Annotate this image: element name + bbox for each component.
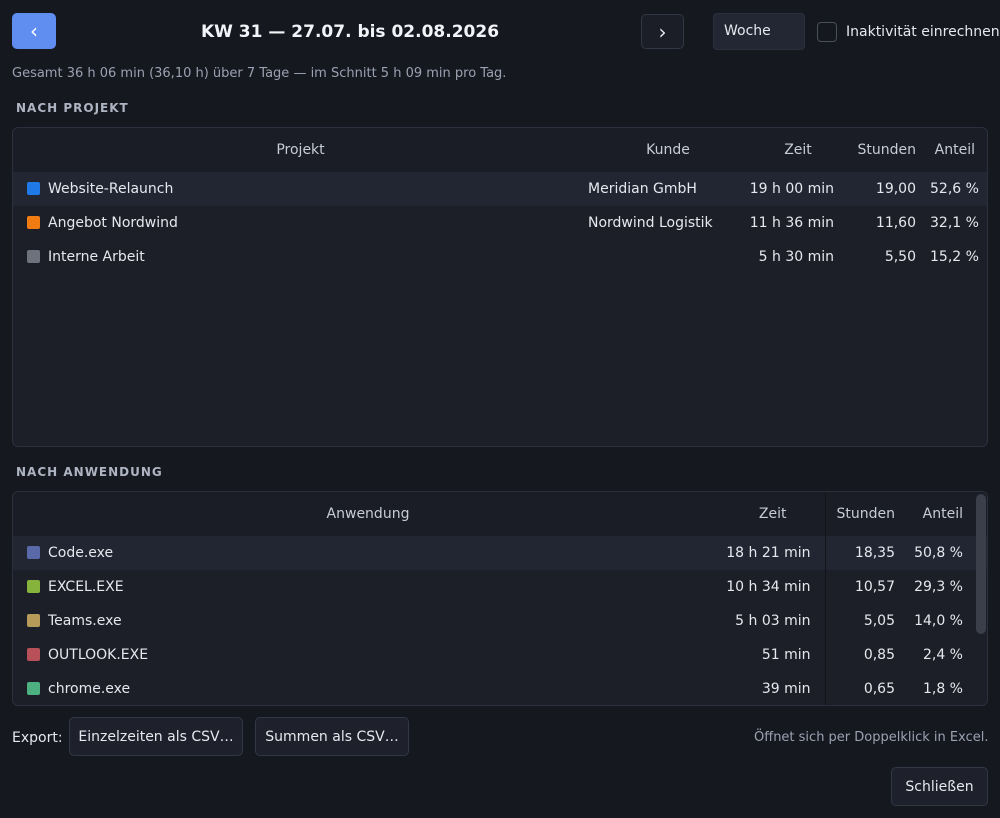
export-single-csv-button[interactable]: Einzelzeiten als CSV… — [69, 717, 243, 756]
table-row[interactable]: Teams.exe 5 h 03 min 5,05 14,0 % — [13, 604, 987, 638]
time-cell: 5 h 03 min — [723, 604, 826, 638]
color-swatch — [27, 614, 40, 627]
project-section-title: NACH PROJEKT — [16, 101, 129, 115]
application-table-scrollbar[interactable] — [976, 494, 986, 634]
project-name-cell: Website-Relaunch — [13, 172, 588, 206]
application-name-cell: Teams.exe — [13, 604, 723, 638]
time-cell: 39 min — [723, 672, 826, 705]
excel-hint: Öffnet sich per Doppelklick in Excel. — [754, 730, 989, 745]
share-cell: 2,4 % — [922, 647, 963, 663]
column-header-zeit[interactable]: Zeit — [748, 128, 848, 172]
hours-cell: 0,65 — [863, 681, 895, 697]
color-swatch — [27, 546, 40, 559]
column-header-zeit[interactable]: Zeit — [723, 492, 826, 536]
project-name: Website-Relaunch — [48, 181, 174, 197]
table-row[interactable]: chrome.exe 39 min 0,65 1,8 % — [13, 672, 987, 705]
table-header-row: Anwendung Zeit Stunden Anteil — [13, 492, 987, 536]
time-cell: 5 h 30 min — [758, 249, 834, 265]
table-row[interactable]: Website-Relaunch Meridian GmbH 19 h 00 m… — [13, 172, 987, 206]
color-swatch — [27, 216, 40, 229]
time-cell: 11 h 36 min — [749, 215, 834, 231]
page-title: KW 31 — 27.07. bis 02.08.2026 — [200, 22, 500, 42]
customer-cell: Nordwind Logistik — [588, 215, 713, 231]
column-header-anwendung[interactable]: Anwendung — [13, 492, 723, 536]
inactivity-label[interactable]: Inaktivität einrechnen — [846, 24, 1000, 40]
application-name-cell: chrome.exe — [13, 672, 723, 705]
project-name: Angebot Nordwind — [48, 215, 178, 231]
column-header-anteil[interactable]: Anteil — [930, 128, 987, 172]
application-name-cell: EXCEL.EXE — [13, 570, 723, 604]
time-cell: 18 h 21 min — [723, 536, 826, 570]
project-table: Projekt Kunde Zeit Stunden Anteil Websit… — [13, 128, 987, 274]
hours-cell: 18,35 — [854, 545, 895, 561]
chevron-right-icon: › — [658, 19, 667, 44]
application-section-title: NACH ANWENDUNG — [16, 465, 163, 479]
share-cell: 52,6 % — [930, 181, 979, 197]
project-table-panel: Projekt Kunde Zeit Stunden Anteil Websit… — [12, 127, 988, 447]
customer-cell: Meridian GmbH — [588, 181, 697, 197]
close-button[interactable]: Schließen — [891, 767, 988, 806]
project-name-cell: Interne Arbeit — [13, 240, 588, 274]
export-label: Export: — [12, 730, 63, 746]
table-row[interactable]: Code.exe 18 h 21 min 18,35 50,8 % — [13, 536, 987, 570]
share-cell: 1,8 % — [922, 681, 963, 697]
hours-cell: 11,60 — [875, 215, 916, 231]
application-table-panel: Anwendung Zeit Stunden Anteil Code.exe 1… — [12, 491, 988, 706]
table-row[interactable]: Interne Arbeit 5 h 30 min 5,50 15,2 % — [13, 240, 987, 274]
application-name-cell: Code.exe — [13, 536, 723, 570]
hours-cell: 5,50 — [884, 249, 916, 265]
time-cell: 19 h 00 min — [749, 181, 834, 197]
column-header-projekt[interactable]: Projekt — [13, 128, 588, 172]
export-sum-csv-button[interactable]: Summen als CSV… — [255, 717, 409, 756]
application-name: Code.exe — [48, 545, 114, 561]
share-cell: 15,2 % — [930, 249, 979, 265]
time-cell: 51 min — [723, 638, 826, 672]
table-row[interactable]: Angebot Nordwind Nordwind Logistik 11 h … — [13, 206, 987, 240]
share-cell: 32,1 % — [930, 215, 979, 231]
summary-text: Gesamt 36 h 06 min (36,10 h) über 7 Tage… — [12, 66, 507, 81]
application-name: Teams.exe — [48, 613, 122, 629]
application-name-cell: OUTLOOK.EXE — [13, 638, 723, 672]
color-swatch — [27, 682, 40, 695]
previous-week-button[interactable]: ‹ — [12, 13, 56, 49]
color-swatch — [27, 250, 40, 263]
application-table: Anwendung Zeit Stunden Anteil Code.exe 1… — [13, 492, 987, 705]
chevron-left-icon: ‹ — [30, 19, 38, 43]
table-row[interactable]: EXCEL.EXE 10 h 34 min 10,57 29,3 % — [13, 570, 987, 604]
hours-cell: 0,85 — [863, 647, 895, 663]
application-name: chrome.exe — [48, 681, 131, 697]
time-cell: 10 h 34 min — [723, 570, 826, 604]
hours-cell: 10,57 — [854, 579, 895, 595]
table-row[interactable]: OUTLOOK.EXE 51 min 0,85 2,4 % — [13, 638, 987, 672]
column-header-stunden[interactable]: Stunden — [848, 128, 930, 172]
application-name: OUTLOOK.EXE — [48, 647, 149, 663]
customer-cell — [588, 240, 748, 274]
project-name-cell: Angebot Nordwind — [13, 206, 588, 240]
hours-cell: 19,00 — [875, 181, 916, 197]
color-swatch — [27, 648, 40, 661]
period-select[interactable]: Woche — [713, 13, 805, 50]
column-header-stunden[interactable]: Stunden — [825, 492, 907, 536]
application-name: EXCEL.EXE — [48, 579, 124, 595]
column-header-kunde[interactable]: Kunde — [588, 128, 748, 172]
table-header-row: Projekt Kunde Zeit Stunden Anteil — [13, 128, 987, 172]
hours-cell: 5,05 — [863, 613, 895, 629]
next-week-button[interactable]: › — [641, 14, 684, 49]
color-swatch — [27, 580, 40, 593]
project-name: Interne Arbeit — [48, 249, 145, 265]
color-swatch — [27, 182, 40, 195]
inactivity-checkbox[interactable] — [817, 22, 837, 42]
